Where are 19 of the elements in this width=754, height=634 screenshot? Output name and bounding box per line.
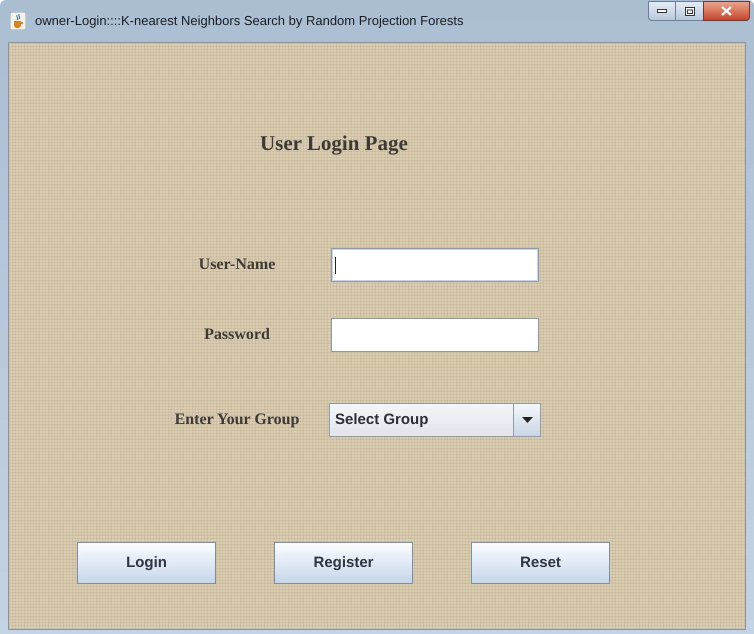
field-label: Enter Your Group bbox=[174, 410, 300, 430]
field-label: User-Name bbox=[198, 255, 276, 275]
password-field[interactable] bbox=[331, 318, 539, 352]
form-button[interactable]: Register bbox=[274, 542, 413, 584]
minimize-icon bbox=[657, 9, 667, 13]
window-title: owner-Login::::K-nearest Neighbors Search by Random Projection Forests bbox=[35, 12, 464, 30]
caret-icon bbox=[522, 417, 532, 423]
close-button[interactable] bbox=[703, 1, 750, 21]
form-button[interactable]: Reset bbox=[471, 542, 610, 584]
minimize-button[interactable] bbox=[648, 1, 676, 21]
maximize-icon bbox=[684, 6, 694, 16]
page-heading: User Login Page bbox=[260, 131, 408, 155]
input-field[interactable] bbox=[331, 248, 539, 282]
cup-icon bbox=[10, 12, 26, 30]
close-icon bbox=[721, 6, 732, 16]
group-dropdown[interactable]: Select Group bbox=[329, 403, 541, 437]
field-label: Password bbox=[204, 325, 270, 345]
maximize-button[interactable] bbox=[676, 1, 703, 21]
form-button[interactable]: Login bbox=[77, 542, 216, 584]
